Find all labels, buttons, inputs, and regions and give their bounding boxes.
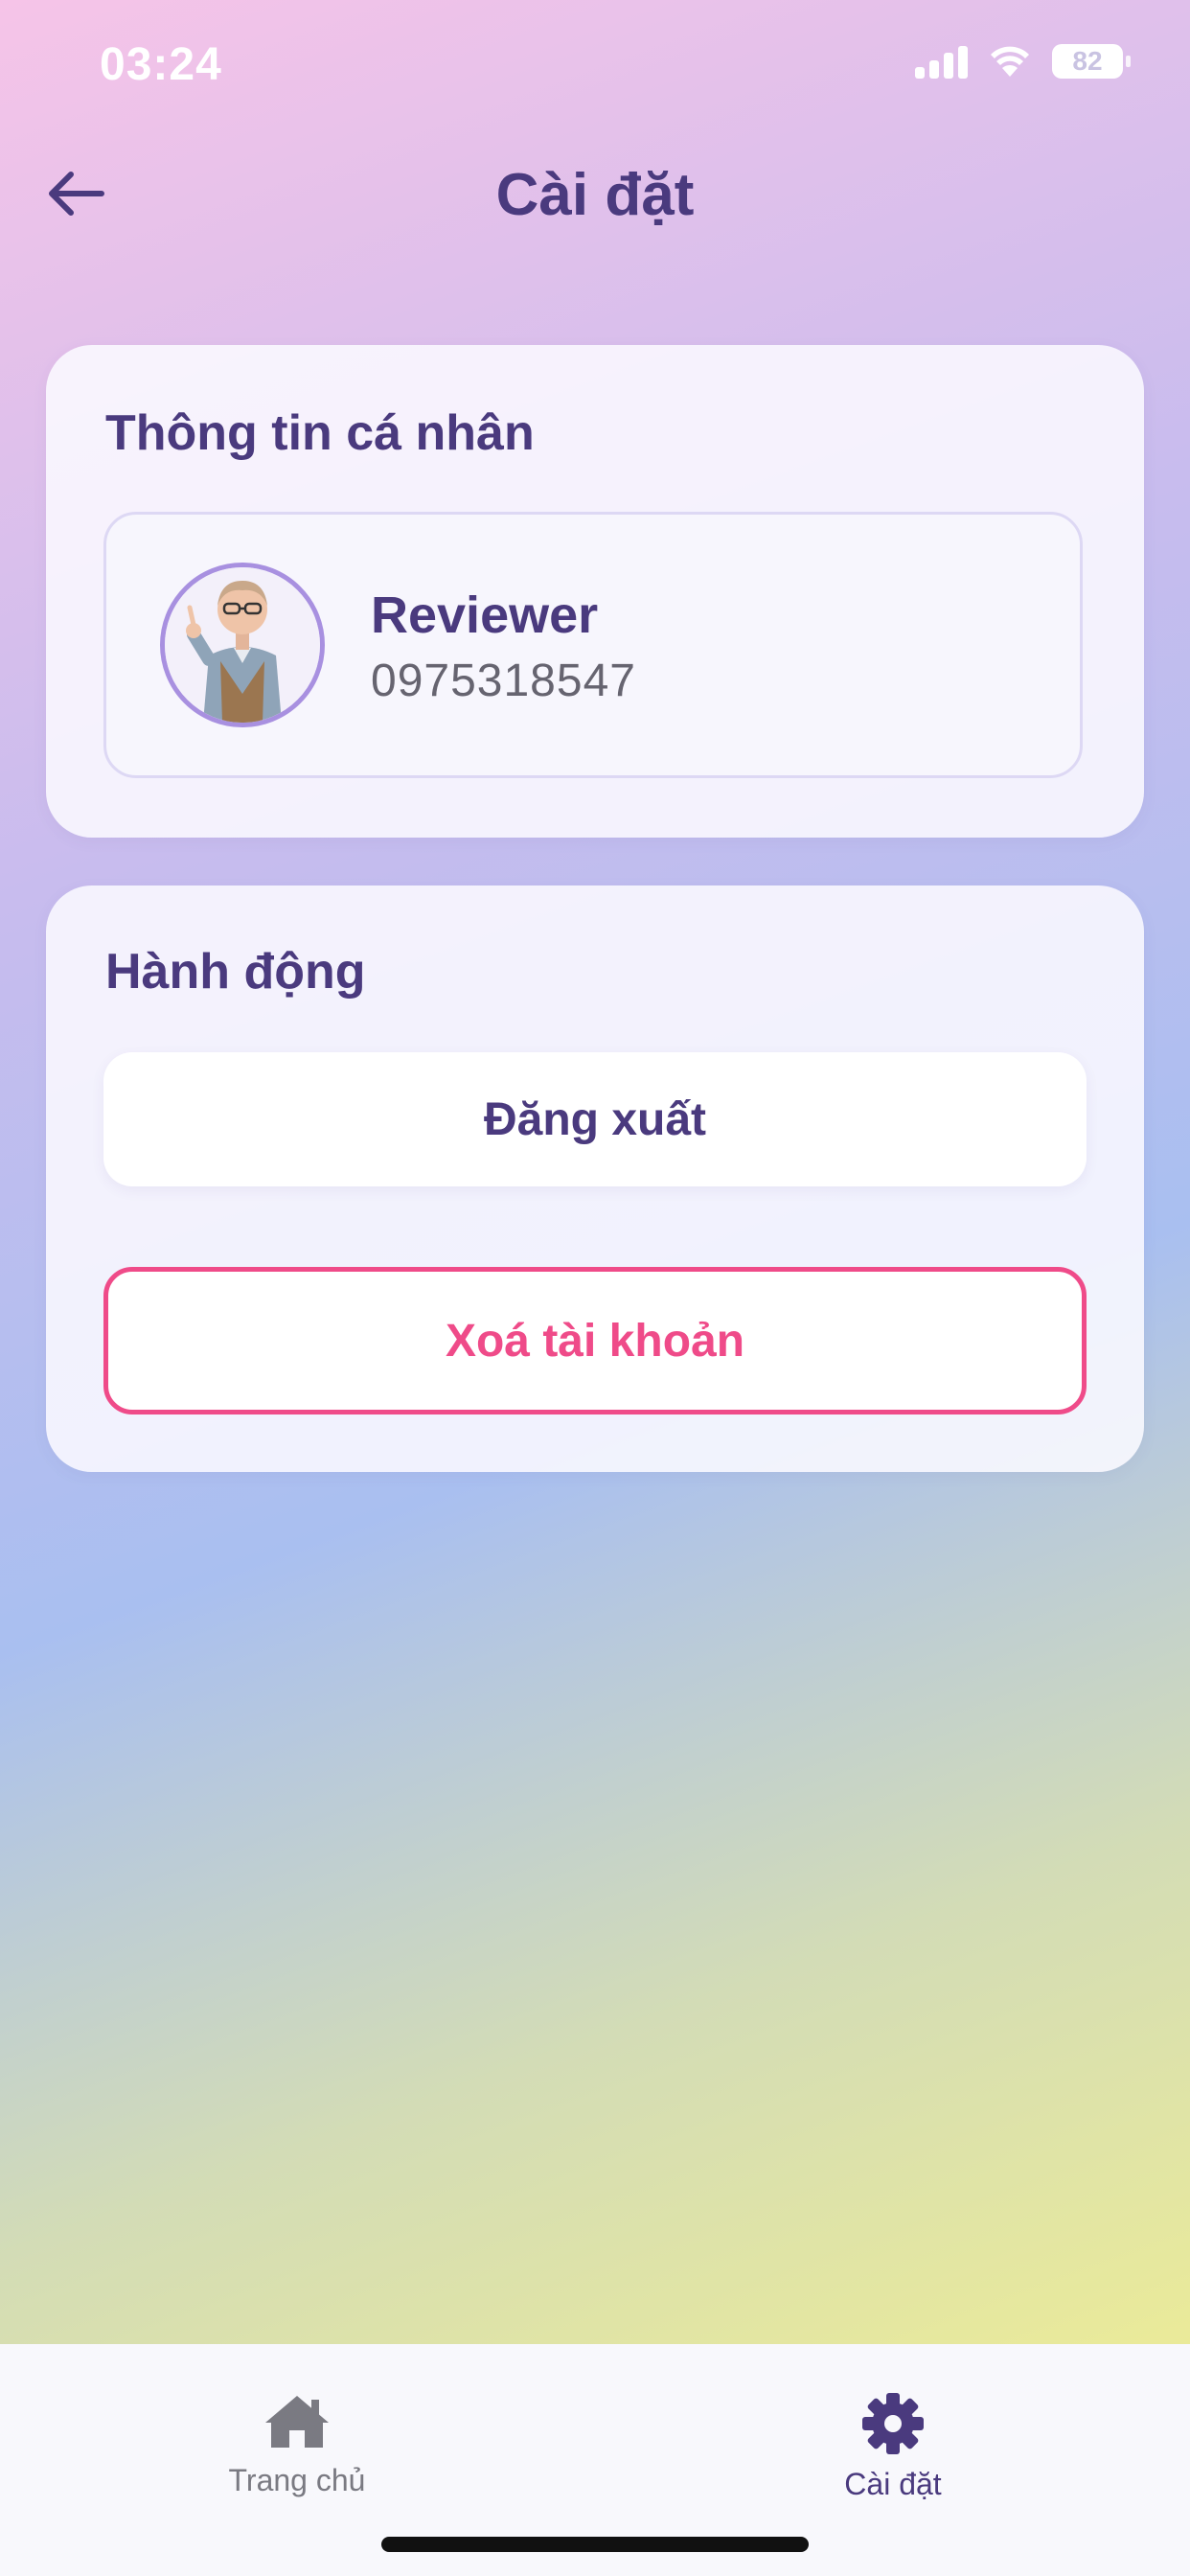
actions-card-title: Hành động (105, 944, 366, 1000)
status-time: 03:24 (100, 39, 222, 90)
wifi-icon (991, 46, 1029, 77)
profile-phone: 0975318547 (371, 656, 636, 706)
status-icons: 82 (915, 44, 1131, 79)
profile-card: Thông tin cá nhân Reviewer 0975318547 (46, 345, 1144, 838)
delete-account-button[interactable]: Xoá tài khoản (103, 1267, 1087, 1414)
avatar (160, 563, 325, 727)
profile-name: Reviewer (371, 586, 599, 644)
profile-card-title: Thông tin cá nhân (105, 405, 535, 461)
home-icon (265, 2396, 329, 2448)
profile-info-box[interactable]: Reviewer 0975318547 (103, 512, 1083, 778)
tab-settings[interactable]: Cài đặt (749, 2392, 1037, 2502)
battery-icon: 82 (1052, 44, 1131, 79)
tab-settings-label: Cài đặt (844, 2467, 942, 2501)
home-indicator (381, 2537, 809, 2552)
battery-level: 82 (1072, 46, 1103, 76)
tab-home[interactable]: Trang chủ (153, 2392, 441, 2498)
gear-icon (862, 2393, 924, 2454)
cellular-signal-icon (915, 44, 968, 79)
page-title: Cài đặt (495, 162, 695, 228)
logout-button[interactable]: Đăng xuất (103, 1052, 1087, 1186)
actions-card: Hành động Đăng xuất Xoá tài khoản (46, 886, 1144, 1472)
tab-home-label: Trang chủ (228, 2463, 366, 2497)
